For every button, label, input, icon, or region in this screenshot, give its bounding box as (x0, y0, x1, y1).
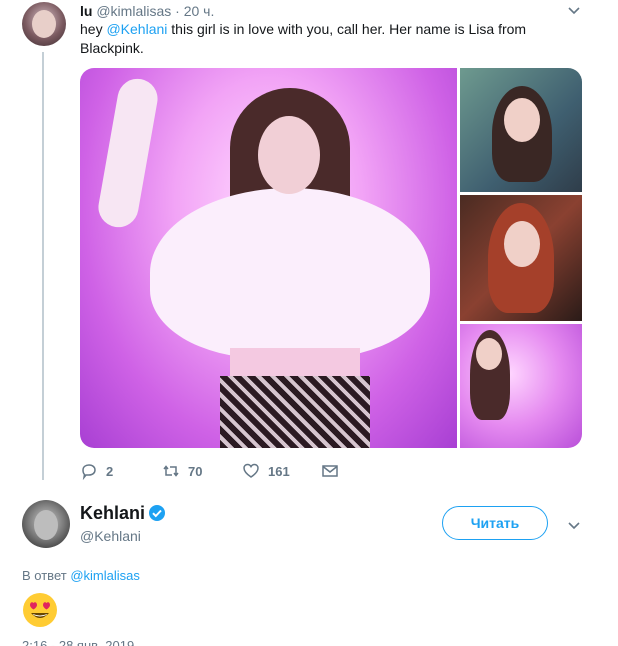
photo-figure-waist (230, 348, 360, 378)
photo-figure-blouse (150, 188, 430, 358)
retweet-icon (163, 465, 179, 477)
retweet-action[interactable]: 70 (162, 460, 202, 482)
like-count: 161 (268, 463, 290, 479)
envelope-icon (322, 465, 338, 477)
reply-action[interactable]: 2 (80, 460, 113, 482)
media-photo-main[interactable] (80, 68, 457, 448)
chevron-down-icon[interactable] (566, 517, 582, 533)
tweet2-author-handle[interactable]: @Kehlani (80, 528, 141, 544)
tweet2-author-name[interactable]: Kehlani (80, 503, 145, 524)
message-action[interactable] (321, 460, 339, 482)
chevron-down-icon[interactable] (566, 2, 582, 18)
thumb-face (476, 338, 502, 370)
tweet1-media-grid (80, 68, 582, 448)
reply-to-label: В ответ (22, 568, 67, 583)
thumb-face (504, 221, 540, 267)
tweet1-author-handle[interactable]: @kimlalisas (96, 3, 171, 19)
verified-badge-icon (149, 505, 165, 521)
separator-dot: · (175, 3, 180, 19)
tweet1-author-name[interactable]: lu (80, 3, 92, 19)
tweet1-header: lu @kimlalisas · 20 ч. (80, 2, 214, 20)
tweet1-timestamp[interactable]: 20 ч. (184, 3, 215, 19)
heart-eyes-emoji (23, 593, 57, 627)
thumb-face (504, 98, 540, 142)
reply-count: 2 (106, 463, 114, 479)
media-photo-thumb-3[interactable] (460, 324, 582, 448)
reply-to-handle-link[interactable]: @kimlalisas (70, 568, 140, 583)
media-photo-thumb-2[interactable] (460, 195, 582, 321)
media-photo-thumb-1[interactable] (460, 68, 582, 192)
avatar-kimlalisas[interactable] (22, 2, 66, 46)
photo-figure-skirt (220, 376, 370, 448)
tweet2-timestamp[interactable]: 2:16 - 28 янв. 2019 (22, 638, 134, 646)
reply-icon (82, 464, 96, 480)
photo-figure-face (258, 116, 320, 194)
follow-button[interactable]: Читать (442, 506, 548, 540)
tweet1-text: hey @Kehlani this girl is in love with y… (80, 20, 540, 58)
avatar-kehlani[interactable] (22, 500, 70, 548)
retweet-count: 70 (188, 463, 203, 479)
like-action[interactable]: 161 (242, 460, 290, 482)
mention-link[interactable]: @Kehlani (106, 21, 167, 37)
thread-connector-line (42, 52, 44, 480)
tweet1-text-prefix: hey (80, 21, 107, 37)
reply-to-line: В ответ @kimlalisas (22, 568, 140, 583)
heart-icon (243, 463, 259, 478)
photo-figure-arm (95, 75, 161, 231)
